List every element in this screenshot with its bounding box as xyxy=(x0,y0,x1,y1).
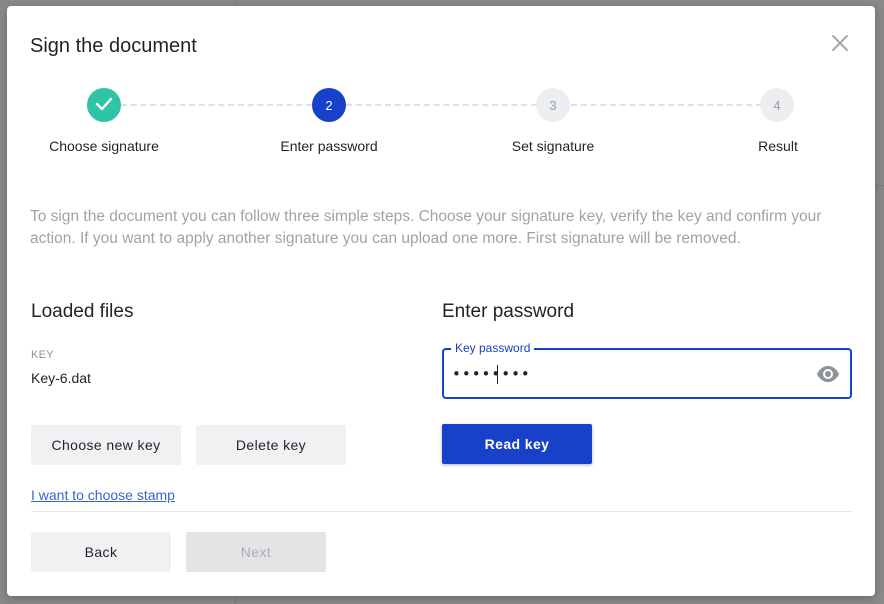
step-4-indicator: 4 xyxy=(760,88,794,122)
back-button[interactable]: Back xyxy=(31,532,171,572)
text-caret xyxy=(497,365,498,384)
step-4-label: Result xyxy=(758,138,798,154)
check-icon xyxy=(95,97,113,114)
enter-password-heading: Enter password xyxy=(442,301,575,322)
delete-key-button[interactable]: Delete key xyxy=(196,425,346,465)
step-2-label: Enter password xyxy=(280,138,378,154)
sign-document-dialog: Sign the document 2 3 4 Choose signature… xyxy=(7,6,875,596)
choose-stamp-link[interactable]: I want to choose stamp xyxy=(31,487,175,503)
key-file-name: Key-6.dat xyxy=(31,370,91,386)
footer-divider xyxy=(31,511,852,512)
step-connector xyxy=(121,104,312,106)
key-password-field[interactable]: Key password xyxy=(442,341,852,399)
key-password-input[interactable] xyxy=(452,364,792,384)
step-connector xyxy=(346,104,537,106)
loaded-files-heading: Loaded files xyxy=(31,301,134,322)
key-caption: KEY xyxy=(31,349,54,361)
choose-new-key-button[interactable]: Choose new key xyxy=(31,425,181,465)
step-2-indicator: 2 xyxy=(312,88,346,122)
key-password-label: Key password xyxy=(451,341,535,355)
dialog-title: Sign the document xyxy=(30,35,197,57)
eye-icon[interactable] xyxy=(816,365,840,383)
step-connector xyxy=(571,104,762,106)
instructions-text: To sign the document you can follow thre… xyxy=(30,208,822,247)
close-icon[interactable] xyxy=(829,32,851,54)
step-1-indicator xyxy=(87,88,121,122)
step-3-label: Set signature xyxy=(511,138,595,154)
read-key-button[interactable]: Read key xyxy=(442,424,592,464)
next-button[interactable]: Next xyxy=(186,532,326,572)
step-3-indicator: 3 xyxy=(536,88,570,122)
step-1-label: Choose signature xyxy=(49,138,159,154)
